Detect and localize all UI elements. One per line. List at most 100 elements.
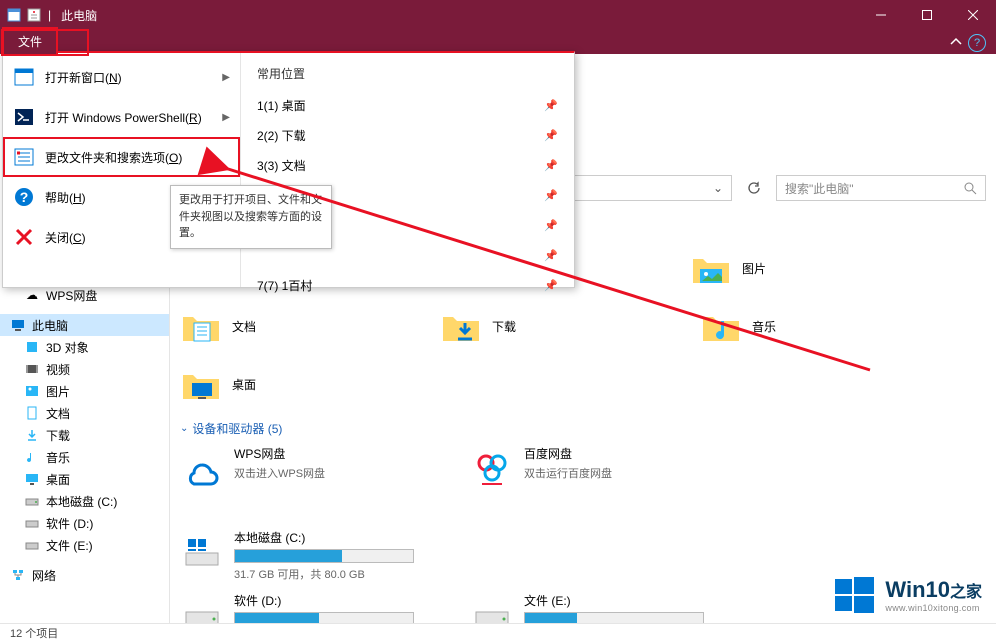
explorer-icon: [6, 7, 22, 23]
drive-wps[interactable]: WPS网盘双击进入WPS网盘: [180, 445, 430, 489]
drives-section-header[interactable]: ⌄ 设备和驱动器 (5): [180, 420, 986, 437]
pin-icon[interactable]: 📌: [544, 99, 558, 112]
file-menu: 打开新窗口(N) ▶ 打开 Windows PowerShell(R) ▶ 更改…: [2, 51, 575, 288]
menu-label: 帮助(H): [45, 189, 86, 206]
download-icon: [24, 427, 40, 443]
sidebar-item-3d[interactable]: 3D 对象: [0, 336, 169, 358]
drive-d[interactable]: 软件 (D:)102 GB 可用，共 193 GB: [180, 592, 430, 623]
window-title: 此电脑: [61, 7, 97, 24]
cloud-icon: ☁: [24, 287, 40, 303]
frequent-item[interactable]: 2(2) 下载📌: [241, 120, 574, 150]
pin-icon[interactable]: 📌: [544, 159, 558, 172]
pin-icon[interactable]: 📌: [544, 129, 558, 142]
menu-folder-options[interactable]: 更改文件夹和搜索选项(O): [3, 137, 240, 177]
usage-bar: [234, 549, 414, 563]
hdd-icon: [470, 592, 514, 623]
folder-icon: [180, 363, 222, 405]
folder-icon: [700, 305, 742, 347]
item-count: 12 个项目: [10, 625, 58, 641]
folder-documents[interactable]: 文档: [180, 302, 360, 350]
doc-icon: [24, 405, 40, 421]
frequent-item[interactable]: 7(7) 1百村📌: [241, 270, 574, 300]
file-tab[interactable]: 文件: [2, 27, 58, 54]
sidebar-item-drive-e[interactable]: 文件 (E:): [0, 534, 169, 556]
usage-bar: [524, 612, 704, 623]
music-icon: [24, 449, 40, 465]
folder-music[interactable]: 音乐: [700, 302, 880, 350]
folder-icon: [440, 305, 482, 347]
sys-drive-icon: [180, 529, 224, 573]
sidebar-item-drive-d[interactable]: 软件 (D:): [0, 512, 169, 534]
svg-text:?: ?: [20, 189, 29, 205]
file-menu-left: 打开新窗口(N) ▶ 打开 Windows PowerShell(R) ▶ 更改…: [3, 53, 241, 287]
drive-icon: [24, 515, 40, 531]
hdd-icon: [180, 592, 224, 623]
minimize-button[interactable]: [858, 0, 904, 30]
sidebar-item-video[interactable]: 视频: [0, 358, 169, 380]
sidebar-item-music[interactable]: 音乐: [0, 446, 169, 468]
sidebar-item-documents[interactable]: 文档: [0, 402, 169, 424]
sidebar-item-thispc[interactable]: 此电脑: [0, 314, 169, 336]
maximize-button[interactable]: [904, 0, 950, 30]
status-bar: 12 个项目: [0, 623, 996, 641]
frequent-item[interactable]: 3(3) 文档📌: [241, 150, 574, 180]
drive-baidu[interactable]: 百度网盘双击运行百度网盘: [470, 445, 720, 489]
folder-icon: [690, 247, 732, 289]
file-menu-right: 常用位置 1(1) 桌面📌 2(2) 下载📌 3(3) 文档📌 4(4) 图片📌…: [241, 53, 574, 287]
pin-icon[interactable]: 📌: [544, 279, 558, 292]
sidebar-item-desktop[interactable]: 桌面: [0, 468, 169, 490]
folder-desktop[interactable]: 桌面: [180, 360, 360, 408]
pin-icon[interactable]: 📌: [544, 219, 558, 232]
sidebar-item-pictures[interactable]: 图片: [0, 380, 169, 402]
titlebar: | 此电脑: [0, 0, 996, 30]
close-x-icon: [13, 226, 35, 248]
options-icon: [13, 146, 35, 168]
frequent-places-title: 常用位置: [241, 61, 574, 90]
search-icon[interactable]: [964, 182, 977, 195]
search-placeholder: 搜索"此电脑": [785, 180, 854, 197]
drive-icon: [24, 493, 40, 509]
chevron-right-icon: ▶: [222, 112, 230, 123]
refresh-button[interactable]: [740, 175, 768, 201]
usage-bar: [234, 612, 414, 623]
baidu-icon: [470, 445, 514, 489]
window-icon: [13, 66, 35, 88]
pin-icon[interactable]: 📌: [544, 249, 558, 262]
sidebar-item-drive-c[interactable]: 本地磁盘 (C:): [0, 490, 169, 512]
drive-icon: [24, 537, 40, 553]
menu-new-window[interactable]: 打开新窗口(N) ▶: [3, 57, 240, 97]
properties-icon[interactable]: [26, 7, 42, 23]
menu-label: 关闭(C): [45, 229, 86, 246]
desktop-icon: [24, 471, 40, 487]
menu-label: 更改文件夹和搜索选项(O): [45, 149, 182, 166]
quick-access-toolbar: |: [0, 0, 51, 30]
chevron-down-icon[interactable]: ⌄: [713, 181, 723, 195]
cloud-icon: [180, 445, 224, 489]
expand-ribbon-icon[interactable]: [950, 36, 962, 48]
pc-icon: [10, 317, 26, 333]
help-icon[interactable]: ?: [968, 34, 986, 52]
sidebar-item-network[interactable]: 网络: [0, 564, 169, 586]
menu-powershell[interactable]: 打开 Windows PowerShell(R) ▶: [3, 97, 240, 137]
watermark: Win10之家 www.win10xitong.com: [833, 573, 982, 617]
frequent-item[interactable]: 1(1) 桌面📌: [241, 90, 574, 120]
video-icon: [24, 361, 40, 377]
menu-label: 打开新窗口(N): [45, 69, 122, 86]
3d-icon: [24, 339, 40, 355]
network-icon: [10, 567, 26, 583]
chevron-down-icon: ⌄: [180, 423, 188, 434]
folder-icon: [180, 305, 222, 347]
pic-icon: [24, 383, 40, 399]
tooltip: 更改用于打开项目、文件和文件夹视图以及搜索等方面的设置。: [170, 185, 332, 249]
folder-pictures[interactable]: 图片: [690, 244, 870, 292]
drive-e[interactable]: 文件 (E:)137 GB 可用，共 192 GB: [470, 592, 720, 623]
drive-c[interactable]: 本地磁盘 (C:)31.7 GB 可用，共 80.0 GB: [180, 529, 430, 582]
chevron-right-icon: ▶: [222, 72, 230, 83]
search-input[interactable]: 搜索"此电脑": [776, 175, 986, 201]
close-button[interactable]: [950, 0, 996, 30]
folder-downloads[interactable]: 下载: [440, 302, 620, 350]
sidebar-item-downloads[interactable]: 下载: [0, 424, 169, 446]
pin-icon[interactable]: 📌: [544, 189, 558, 202]
help-circle-icon: ?: [13, 186, 35, 208]
menu-label: 打开 Windows PowerShell(R): [45, 109, 202, 126]
